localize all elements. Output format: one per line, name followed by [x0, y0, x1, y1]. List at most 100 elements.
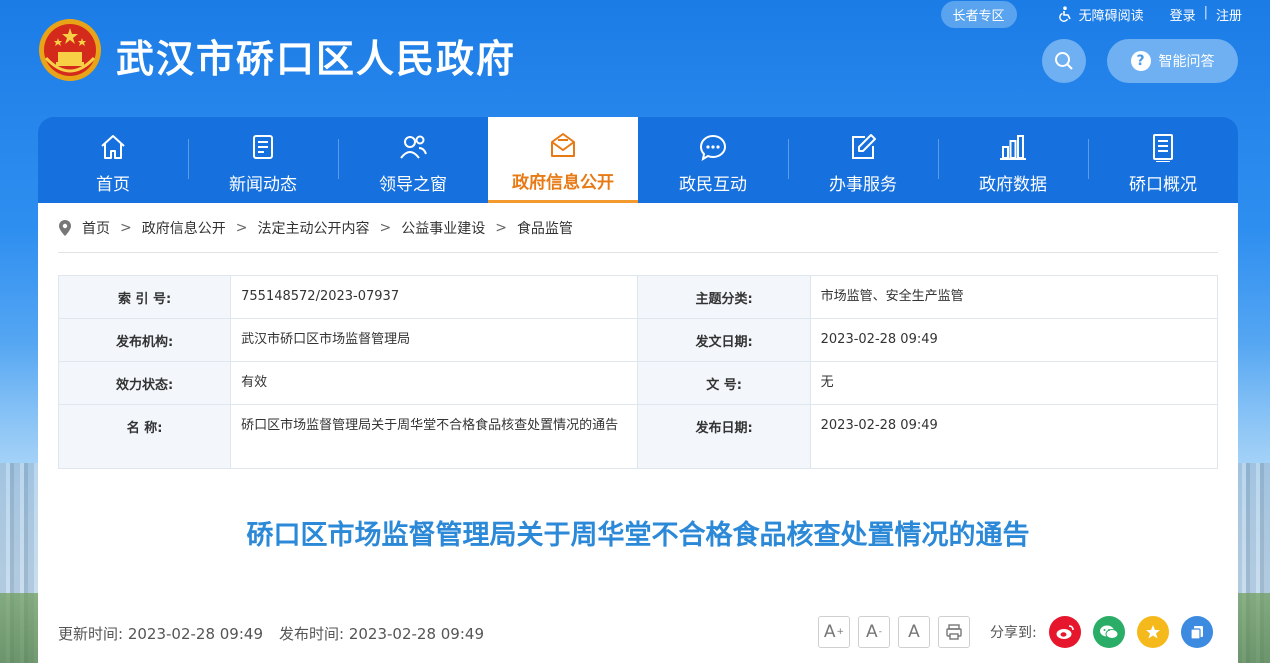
table-row: 发布机构: 武汉市硚口区市场监督管理局 发文日期: 2023-02-28 09:…	[57, 318, 1219, 362]
metadata-table: 索 引 号: 755148572/2023-07937 主题分类: 市场监管、安…	[57, 275, 1219, 469]
login-link[interactable]: 登录	[1170, 5, 1196, 24]
print-button[interactable]	[938, 616, 970, 648]
index-value: 755148572/2023-07937	[230, 275, 639, 319]
font-default-label: A	[908, 622, 920, 642]
nav-label: 领导之窗	[379, 174, 447, 195]
ai-qa-label: 智能问答	[1158, 54, 1215, 70]
nav-item-gov-info[interactable]: 政府信息公开	[488, 117, 638, 203]
printer-icon	[946, 624, 962, 640]
top-links: 长者专区 无障碍阅读 登录 | 注册	[940, 0, 1242, 28]
font-default-button[interactable]: A	[898, 616, 930, 648]
status-label: 效力状态:	[57, 361, 232, 405]
city-background-right	[1236, 343, 1270, 663]
nav-label: 政府数据	[979, 174, 1047, 195]
topic-value: 市场监管、安全生产监管	[809, 275, 1219, 319]
publisher-value: 武汉市硚口区市场监督管理局	[230, 318, 639, 362]
doc-no-label: 文 号:	[637, 361, 811, 405]
breadcrumb-arrow: >	[235, 219, 248, 236]
font-size-controls: A + A- A	[818, 616, 970, 648]
status-value: 有效	[230, 361, 639, 405]
chat-icon	[699, 134, 727, 161]
index-label: 索 引 号:	[57, 275, 232, 319]
accessibility-icon	[1058, 6, 1071, 22]
wechat-icon	[1099, 625, 1119, 639]
breadcrumb-arrow: >	[495, 219, 507, 236]
accessibility-link[interactable]: 无障碍阅读	[1057, 5, 1144, 24]
issue-date-label: 发文日期:	[637, 318, 811, 362]
breadcrumb-food-supervision[interactable]: 食品监管	[517, 218, 573, 238]
published-time: 发布时间: 2023-02-28 09:49	[279, 624, 484, 643]
nav-label: 政府信息公开	[512, 173, 614, 193]
location-pin-icon	[59, 219, 71, 236]
star-icon	[1145, 625, 1160, 639]
qzone-share-button[interactable]	[1136, 616, 1169, 648]
table-row: 索 引 号: 755148572/2023-07937 主题分类: 市场监管、安…	[57, 275, 1219, 319]
font-decrease-button[interactable]: A-	[858, 616, 890, 648]
breadcrumb-gov-info[interactable]: 政府信息公开	[142, 218, 226, 238]
breadcrumb-home[interactable]: 首页	[82, 218, 110, 238]
font-increase-button[interactable]: A +	[818, 616, 850, 648]
nav-item-services[interactable]: 办事服务	[788, 117, 938, 203]
weibo-icon	[1056, 625, 1074, 639]
question-icon: ?	[1130, 51, 1151, 71]
breadcrumb-arrow: >	[120, 219, 132, 236]
share-label: 分享到:	[990, 625, 1037, 641]
table-row: 名 称: 硚口区市场监督管理局关于周华堂不合格食品核查处置情况的通告 发布日期:…	[57, 404, 1219, 469]
home-icon	[101, 134, 125, 159]
share-bar: 分享到:	[990, 616, 1213, 648]
font-decrease-sup: -	[878, 627, 882, 637]
weibo-share-button[interactable]	[1048, 616, 1081, 648]
breadcrumb: 首页 > 政府信息公开 > 法定主动公开内容 > 公益事业建设 > 食品监管	[58, 203, 1218, 253]
nav-item-news[interactable]: 新闻动态	[188, 117, 338, 203]
nav-item-home[interactable]: 首页	[38, 117, 188, 203]
updated-time: 更新时间: 2023-02-28 09:49	[58, 624, 263, 643]
table-row: 效力状态: 有效 文 号: 无	[57, 361, 1219, 405]
main-nav: 首页 新闻动态 领导之窗 政府信息公开 政民互动 办事服务 政府数据 硚口概况	[38, 117, 1238, 203]
nav-label: 硚口概况	[1129, 174, 1197, 195]
site-title[interactable]: 武汉市硚口区人民政府	[116, 28, 516, 83]
nav-item-leaders[interactable]: 领导之窗	[338, 117, 488, 203]
bar-chart-icon	[1000, 134, 1026, 160]
national-emblem-icon	[39, 19, 101, 81]
breadcrumb-arrow: >	[379, 219, 392, 236]
wechat-share-button[interactable]	[1092, 616, 1125, 648]
publish-date-label: 发布日期:	[637, 404, 811, 469]
issue-date-value: 2023-02-28 09:49	[809, 318, 1219, 362]
breadcrumb-statutory[interactable]: 法定主动公开内容	[257, 218, 369, 238]
nav-item-overview[interactable]: 硚口概况	[1088, 117, 1238, 203]
publish-date-value: 2023-02-28 09:49	[809, 404, 1219, 469]
separator: |	[1203, 4, 1208, 20]
nav-label: 新闻动态	[229, 174, 297, 195]
publisher-label: 发布机构:	[57, 318, 232, 362]
register-link[interactable]: 注册	[1216, 5, 1242, 24]
nav-label: 政民互动	[679, 174, 747, 195]
content-panel: 首页 > 政府信息公开 > 法定主动公开内容 > 公益事业建设 > 食品监管 索…	[38, 203, 1238, 663]
envelope-icon	[551, 133, 575, 157]
nav-item-interaction[interactable]: 政民互动	[638, 117, 788, 203]
topic-label: 主题分类:	[637, 275, 811, 319]
breadcrumb-public-welfare[interactable]: 公益事业建设	[401, 218, 485, 238]
nav-label: 办事服务	[829, 174, 897, 195]
edit-icon	[852, 133, 876, 159]
login-register: 登录 | 注册	[1170, 5, 1242, 24]
font-increase-label: A	[823, 622, 836, 642]
font-decrease-label: A	[866, 622, 878, 642]
leaders-icon	[400, 135, 427, 159]
copy-icon	[1190, 626, 1203, 640]
document-icon	[1153, 133, 1173, 162]
ai-qa-button[interactable]: ? 智能问答	[1107, 39, 1238, 83]
name-label: 名 称:	[57, 404, 232, 469]
article-footer: 更新时间: 2023-02-28 09:49 发布时间: 2023-02-28 …	[58, 616, 1218, 650]
city-background-left	[0, 343, 40, 663]
search-button[interactable]	[1042, 39, 1086, 83]
nav-item-data[interactable]: 政府数据	[938, 117, 1088, 203]
copy-link-button[interactable]	[1180, 616, 1213, 648]
document-title: 硚口区市场监督管理局关于周华堂不合格食品核查处置情况的通告	[246, 520, 1030, 551]
accessibility-label: 无障碍阅读	[1078, 8, 1144, 24]
name-value: 硚口区市场监督管理局关于周华堂不合格食品核查处置情况的通告	[230, 404, 639, 469]
nav-label: 首页	[96, 174, 130, 195]
search-icon	[1055, 52, 1073, 70]
elder-zone-button[interactable]: 长者专区	[940, 0, 1017, 28]
doc-no-value: 无	[809, 361, 1219, 405]
font-increase-sup: +	[836, 627, 845, 637]
